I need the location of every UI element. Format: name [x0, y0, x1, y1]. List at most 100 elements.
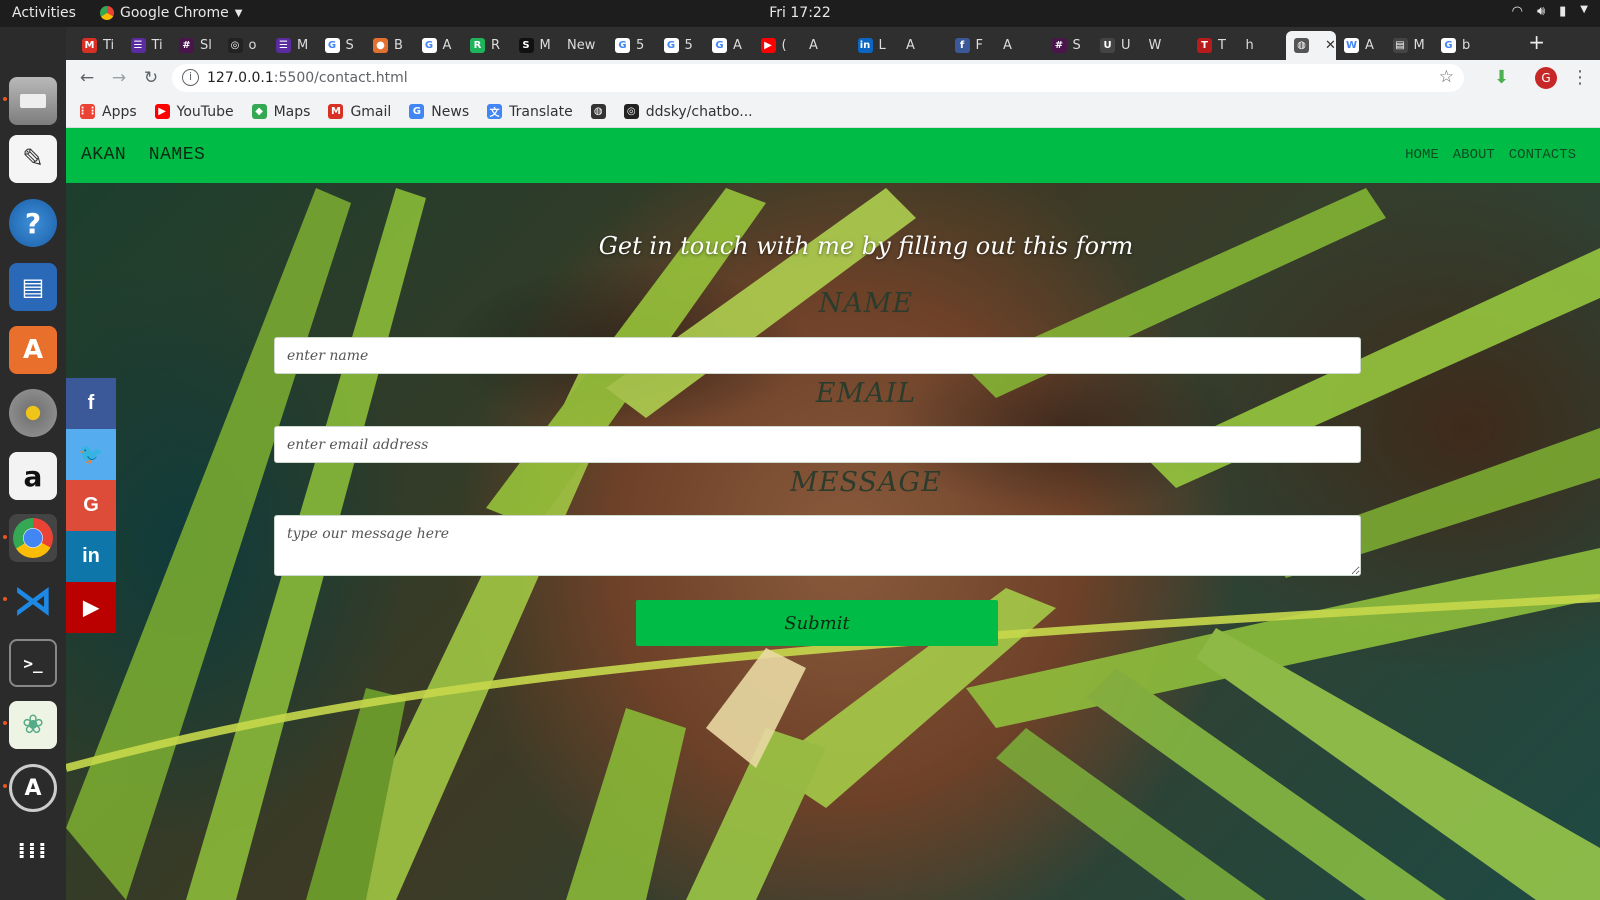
browser-tab[interactable]: M Ti [74, 31, 123, 60]
google-icon: G [324, 38, 340, 53]
software-store-icon[interactable]: A [9, 326, 57, 374]
system-top-bar: Activities Google Chrome ▼ Fri 17:22 ◠ 🔊… [0, 0, 1600, 27]
forward-icon[interactable]: → [108, 67, 130, 89]
browser-tab[interactable]: Gb [1433, 31, 1482, 60]
system-tray[interactable]: ◠ 🔊︎ ▮ ▼ [1512, 4, 1588, 19]
files-icon[interactable] [9, 77, 57, 125]
browser-tab[interactable]: ▶( [753, 31, 802, 60]
image-viewer-icon[interactable]: ❀ [9, 701, 57, 749]
youtube-icon[interactable]: ▶ [66, 582, 116, 633]
browser-tab[interactable]: GA [704, 31, 753, 60]
tab-label: New [567, 38, 596, 53]
web-page: AKAN NAMES HOME ABOUT CONTACTS Get in to… [66, 128, 1600, 900]
browser-tab[interactable]: # S [1044, 31, 1093, 60]
browser-tab[interactable]: GA [414, 31, 463, 60]
browser-tab[interactable]: New [559, 31, 607, 60]
writer-icon[interactable]: ▤ [9, 263, 57, 311]
chrome-icon[interactable] [9, 514, 57, 562]
github-icon: ◎ [623, 104, 639, 119]
site-nav-links: HOME ABOUT CONTACTS [1405, 147, 1576, 163]
browser-tab[interactable]: ☰ M [268, 31, 317, 60]
browser-tab[interactable]: A [898, 31, 947, 60]
browser-tab[interactable]: A [995, 31, 1044, 60]
browser-tab[interactable]: ◍ ✕ [1286, 31, 1336, 60]
reload-icon[interactable]: ↻ [140, 67, 162, 89]
activities-button[interactable]: Activities [12, 5, 76, 21]
address-bar[interactable]: i 127.0.0.1:5500/contact.html ☆ [172, 64, 1464, 92]
twitter-icon[interactable]: 🐦 [66, 429, 116, 480]
show-apps-icon[interactable]: ⁞⁞⁞ [9, 827, 57, 875]
form-title: Get in touch with me by filling out this… [598, 232, 1134, 260]
bookmark-item[interactable]: G News [409, 104, 469, 120]
nav-link-contacts[interactable]: CONTACTS [1509, 147, 1576, 163]
browser-tab[interactable]: RR [462, 31, 511, 60]
close-icon[interactable]: ✕ [1325, 38, 1336, 53]
profile-avatar[interactable]: G [1535, 67, 1557, 89]
terminal-icon[interactable]: >_ [9, 639, 57, 687]
browser-tab[interactable]: WA [1336, 31, 1385, 60]
browser-tab[interactable]: ◎ o [220, 31, 269, 60]
email-label: EMAIL [815, 378, 917, 409]
browser-tab[interactable]: A [801, 31, 850, 60]
tab-label: h [1245, 38, 1254, 53]
bookmark-item[interactable]: ◆ Maps [251, 104, 310, 120]
software-updater-icon[interactable]: A [9, 764, 57, 812]
nav-link-about[interactable]: ABOUT [1453, 147, 1495, 163]
tab-label: 5 [636, 38, 645, 53]
browser-tab[interactable]: ● B [365, 31, 414, 60]
tab-label: L [878, 38, 886, 53]
browser-tab[interactable]: ▤ M [1385, 31, 1434, 60]
chrome-icon [100, 6, 114, 20]
name-input[interactable] [274, 337, 1361, 374]
udacity-icon: U [1100, 38, 1115, 53]
back-icon[interactable]: ← [76, 67, 98, 89]
browser-tab[interactable]: ☰ Ti [123, 31, 172, 60]
download-extension-icon[interactable]: ⬇ [1494, 68, 1514, 88]
bookmark-item[interactable]: ⋮⋮ Apps [77, 104, 137, 120]
browser-window: M Ti ☰ Ti # Sl ◎ o ☰ M G S ● B G A R R S M New G 5 G 5 G A ▶(Ain L Af… [66, 27, 1600, 900]
browser-tab[interactable]: G5 [656, 31, 705, 60]
tab-label: A [1003, 38, 1012, 53]
submit-button[interactable]: Submit [636, 600, 998, 646]
message-textarea[interactable] [274, 515, 1361, 576]
linkedin-icon[interactable]: in [66, 531, 116, 582]
browser-tab[interactable]: UU [1092, 31, 1141, 60]
site-brand[interactable]: AKAN NAMES [81, 145, 205, 165]
facebook-icon[interactable]: f [66, 378, 116, 429]
google-icon[interactable]: G [66, 480, 116, 531]
bookmark-item[interactable]: ◎ ddsky/chatbo... [623, 104, 753, 120]
amazon-icon[interactable]: a [9, 452, 57, 500]
browser-tab[interactable]: # Sl [171, 31, 220, 60]
browser-tab[interactable]: in L [850, 31, 899, 60]
tab-label: ( [781, 38, 787, 53]
browser-tab[interactable]: G5 [607, 31, 656, 60]
nav-link-home[interactable]: HOME [1405, 147, 1439, 163]
bookmark-item[interactable]: M Gmail [328, 104, 391, 120]
checklist-icon: ☰ [130, 38, 146, 53]
bookmark-item[interactable]: 文 Translate [487, 104, 573, 120]
info-icon[interactable]: i [182, 69, 199, 86]
apps-grid-icon: ⋮⋮ [77, 104, 98, 119]
bookmark-item[interactable]: ◍ [590, 104, 606, 119]
email-input[interactable] [274, 426, 1361, 463]
browser-tab[interactable]: GS [317, 31, 366, 60]
browser-tab[interactable]: W [1141, 31, 1190, 60]
url-text[interactable]: 127.0.0.1:5500/contact.html [207, 70, 408, 86]
new-tab-button[interactable]: + [1528, 30, 1545, 54]
browser-tab[interactable]: h [1238, 31, 1287, 60]
replit-icon: R [470, 38, 485, 53]
browser-tab[interactable]: fF [947, 31, 996, 60]
browser-tab[interactable]: SM [511, 31, 560, 60]
youtube-icon: ▶ [760, 38, 776, 53]
browser-tab[interactable]: TT [1189, 31, 1238, 60]
bookmark-item[interactable]: ▶ YouTube [154, 104, 234, 120]
help-icon[interactable]: ? [9, 199, 57, 247]
slack-icon: # [179, 38, 194, 53]
text-editor-icon[interactable]: ✎ [9, 135, 57, 183]
app-menu[interactable]: Google Chrome ▼ [100, 5, 242, 21]
chrome-menu-icon[interactable]: ⋮ [1571, 67, 1589, 88]
vscode-icon[interactable]: ⋊ [9, 577, 57, 625]
bookmark-star-icon[interactable]: ☆ [1439, 67, 1454, 87]
clock[interactable]: Fri 17:22 [769, 5, 830, 21]
rhythmbox-icon[interactable] [9, 389, 57, 437]
